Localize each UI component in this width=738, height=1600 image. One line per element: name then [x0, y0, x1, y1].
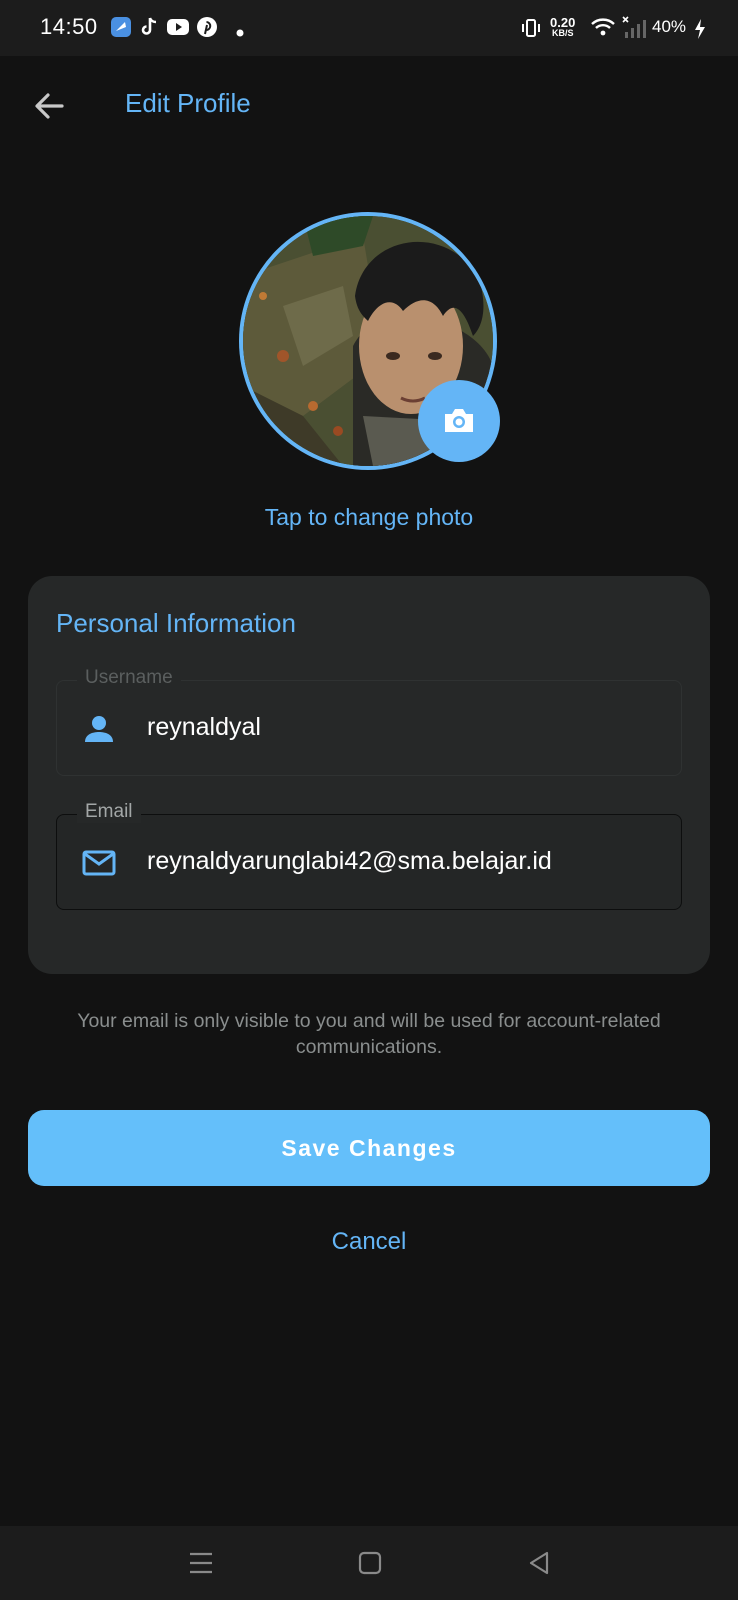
app-icon: [110, 16, 132, 43]
change-photo-button[interactable]: [418, 380, 500, 462]
home-icon[interactable]: [355, 1548, 385, 1578]
email-privacy-note: Your email is only visible to you and wi…: [77, 1010, 661, 1058]
change-photo-link[interactable]: Tap to change photo: [0, 504, 738, 531]
youtube-icon: [166, 16, 190, 43]
mail-icon: [81, 845, 117, 881]
username-value: reynaldyal: [147, 713, 261, 741]
vibrate-icon: [520, 17, 542, 44]
pinterest-icon: [196, 16, 218, 43]
wifi-icon: [590, 16, 616, 43]
system-nav-bar: [0, 1526, 738, 1600]
charging-icon: [694, 19, 706, 44]
username-label: Username: [77, 667, 181, 689]
net-speed-unit: KB/S: [552, 28, 574, 38]
personal-info-card: Personal Information Username reynaldyal…: [28, 576, 710, 974]
menu-icon[interactable]: [186, 1548, 216, 1578]
dot-icon: [236, 24, 244, 42]
username-field[interactable]: Username reynaldyal: [56, 667, 682, 776]
email-label: Email: [77, 801, 141, 823]
edit-profile-screen: 14:50 0.20 KB/S 40% Edit Profile Tap to …: [0, 0, 738, 1600]
tiktok-icon: [138, 16, 160, 43]
email-value: reynaldyarunglabi42@sma.belajar.id: [147, 847, 552, 875]
battery-percent: 40%: [652, 17, 687, 36]
status-right-icons: 0.20 KB/S 40%: [498, 0, 738, 56]
page-title: Edit Profile: [125, 88, 251, 118]
section-title: Personal Information: [56, 608, 296, 638]
cancel-button[interactable]: Cancel: [0, 1228, 738, 1256]
back-triangle-icon[interactable]: [524, 1548, 554, 1578]
no-signal-icon: [622, 16, 646, 45]
back-arrow-icon[interactable]: [30, 86, 70, 126]
status-time: 14:50: [40, 14, 98, 39]
save-changes-label: Save Changes: [281, 1135, 457, 1161]
save-changes-button[interactable]: Save Changes: [28, 1110, 710, 1186]
email-field[interactable]: Email reynaldyarunglabi42@sma.belajar.id: [56, 801, 682, 910]
status-bar: 14:50 0.20 KB/S 40%: [0, 0, 738, 56]
camera-icon: [441, 403, 477, 444]
person-icon: [81, 711, 117, 747]
